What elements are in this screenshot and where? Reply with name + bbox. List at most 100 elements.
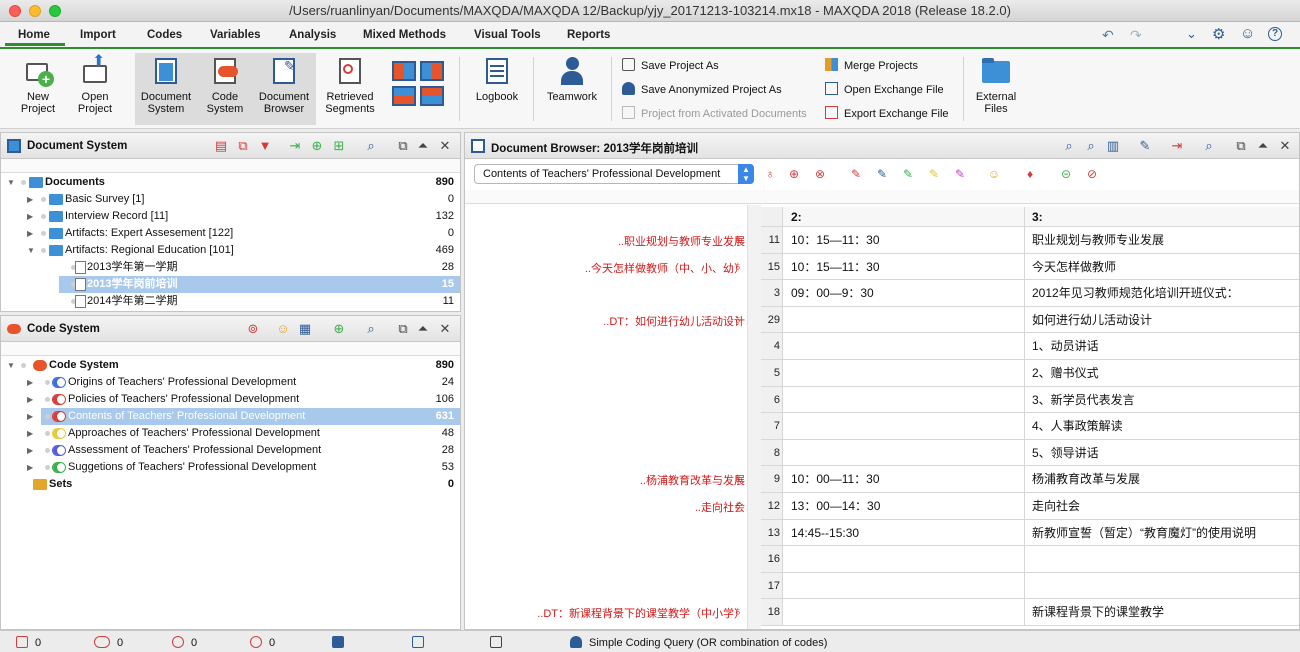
retrieved-segments-button[interactable]: Retrieved Segments [320,55,380,115]
chevron-down-icon[interactable]: ⌄ [1186,26,1197,42]
export-icon[interactable]: ⇥ [1169,138,1185,154]
detach-icon[interactable]: ⧉ [395,138,411,154]
copy-icon[interactable]: ⧉ [235,138,251,154]
close-icon[interactable]: ✕ [437,138,453,154]
topic-cell[interactable]: 2、赠书仪式 [1026,360,1299,386]
code-tree-row[interactable]: ▶ Origins of Teachers' Professional Devel… [1,374,460,391]
topic-cell[interactable]: 今天怎样做教师 [1026,254,1299,280]
chevron-right-icon[interactable]: ▶ [27,374,33,391]
detach-icon[interactable]: ⧉ [1233,138,1249,154]
chevron-down-icon[interactable]: ▼ [27,242,35,259]
tab-visual-tools[interactable]: Visual Tools [474,29,541,41]
code-tree-row[interactable]: ▶ Suggetions of Teachers' Professional De… [1,459,460,476]
code-marker-icon[interactable]: ♁ [733,258,743,273]
import-doc-icon[interactable]: ⇥ [287,138,303,154]
code-icon[interactable]: ♁ [763,167,777,181]
search-icon[interactable]: ⌕ [1201,138,1217,154]
table-row[interactable]: 29 如何进行幼儿活动设计 [761,306,1299,334]
chevron-right-icon[interactable]: ▶ [27,459,33,476]
chevron-right-icon[interactable]: ▶ [27,225,33,242]
time-cell[interactable]: 10：00—11：30 [785,466,1025,492]
table-row[interactable]: 11 10：15—11：30 职业规划与教师专业发展 [761,227,1299,254]
help-icon[interactable]: ? [1268,27,1282,41]
export-exchange-button[interactable]: Export Exchange File [825,106,949,122]
open-exchange-button[interactable]: Open Exchange File [825,82,944,98]
gear-icon[interactable]: ⚙ [1212,25,1225,43]
topic-cell[interactable]: 走向社会 [1026,493,1299,519]
document-tree-row[interactable]: 2014学年第二学期 11 [1,293,460,310]
status-doc-filter[interactable] [490,636,509,650]
time-cell[interactable] [785,333,1025,359]
code-multi-icon[interactable]: ⊗ [813,167,827,181]
smiley-icon[interactable]: ☺ [1240,25,1255,42]
new-doc-icon[interactable]: ⊕ [309,138,325,154]
table-row[interactable]: 16 [761,546,1299,573]
activation-dot[interactable] [45,448,50,453]
status-weights[interactable]: 0 [250,636,275,650]
layout-grid-icon[interactable] [392,61,446,109]
tab-codes[interactable]: Codes [147,29,182,41]
doc-set-icon[interactable]: ▤ [213,138,229,154]
document-tree-row[interactable]: ▶ Interview Record [11] 132 [1,208,460,225]
filter-icon[interactable]: ▼ [257,138,273,154]
code-tree-row[interactable]: ▶ Approaches of Teachers' Professional De… [1,425,460,442]
code-stripe-label[interactable]: ..DT：新课程背景下的课堂教学（中小学） [537,605,745,621]
tab-mixed-methods[interactable]: Mixed Methods [363,29,446,41]
status-users[interactable] [332,636,351,650]
remove-code-icon[interactable]: ⊘ [1085,167,1099,181]
sets-row[interactable]: Sets 0 [1,476,460,493]
topic-cell[interactable]: 4、人事政策解读 [1026,413,1299,439]
table-row[interactable]: 18 新课程背景下的课堂教学 [761,599,1299,626]
topic-cell[interactable] [1026,546,1299,572]
code-stripe-label[interactable]: ..杨浦教育改革与发展 [640,472,745,488]
chevron-right-icon[interactable]: ▶ [27,391,33,408]
code-set-icon[interactable]: ⊚ [245,321,261,337]
tab-import[interactable]: Import [80,29,116,41]
topic-cell[interactable]: 新教师宣誓（暂定）“教育魔灯”的使用说明 [1026,520,1299,546]
document-browser-button[interactable]: ✎ Document Browser [254,55,314,115]
code-tree-row[interactable]: ▶ Contents of Teachers' Professional Deve… [1,408,460,425]
chevron-down-icon[interactable]: ▼ [7,357,15,374]
activation-dot[interactable] [45,465,50,470]
topic-cell[interactable]: 如何进行幼儿活动设计 [1026,307,1299,333]
table-row[interactable]: 17 [761,572,1299,600]
document-tree-row[interactable]: ▼ Artifacts: Regional Education [101] 469 [1,242,460,259]
time-cell[interactable] [785,413,1025,439]
undo-code-icon[interactable]: ⊝ [1059,167,1073,181]
open-project-button[interactable]: ⬆ Open Project [70,54,120,116]
search-icon[interactable]: ⌕ [363,138,379,154]
document-tree-row[interactable]: 2013学年第一学期 28 [1,259,460,276]
status-documents[interactable]: 0 [16,636,41,650]
table-row[interactable]: 7 4、人事政策解读 [761,413,1299,440]
document-system-button[interactable]: Document System [136,55,196,115]
collapse-icon[interactable]: ⏶ [1255,138,1271,154]
topic-cell[interactable]: 2012年见习教师规范化培训开班仪式： [1026,280,1299,306]
topic-cell[interactable]: 5、领导讲话 [1026,440,1299,466]
activation-dot[interactable] [41,231,46,236]
code-marker-icon[interactable]: ♁ [733,497,743,512]
table-row[interactable]: 9 10：00—11：30 杨浦教育改革与发展 [761,466,1299,493]
code-new-icon[interactable]: ⊕ [787,167,801,181]
topic-cell[interactable] [1026,573,1299,599]
status-variables[interactable]: 0 [172,636,197,650]
teamwork-button[interactable]: Teamwork [542,55,602,103]
search-icon[interactable]: ⌕ [363,321,379,337]
status-codes[interactable]: 0 [94,636,123,650]
highlight-red-icon[interactable]: ✎ [849,167,863,181]
table-row[interactable]: 12 13：00—14：30 走向社会 [761,493,1299,520]
chevron-right-icon[interactable]: ▶ [27,408,33,425]
activation-dot[interactable] [41,248,46,253]
time-cell[interactable]: 10：15—11：30 [785,253,1025,280]
code-stripe-label[interactable]: ..职业规划与教师专业发展 [618,233,745,249]
activation-dot[interactable] [45,380,50,385]
chevron-down-icon[interactable]: ▼ [7,174,15,191]
topic-cell[interactable]: 职业规划与教师专业发展 [1026,227,1299,253]
time-cell[interactable] [785,572,1025,599]
time-cell[interactable] [785,360,1025,386]
table-row[interactable]: 8 5、领导讲话 [761,439,1299,467]
activation-dot[interactable] [41,214,46,219]
code-marker-icon[interactable]: ♁ [733,231,743,246]
document-tree-row[interactable]: ▼ Documents 890 [1,174,460,191]
code-system-button[interactable]: Code System [200,55,250,115]
code-tree-row[interactable]: ▼ Code System 890 [1,357,460,374]
